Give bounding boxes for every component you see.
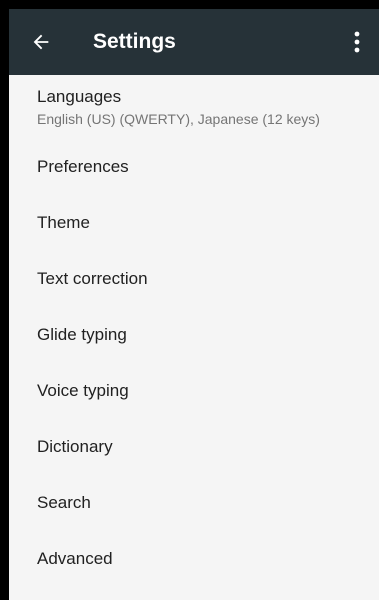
settings-item-glide-typing[interactable]: Glide typing [9, 305, 379, 361]
page-title: Settings [93, 30, 176, 53]
settings-item-dictionary[interactable]: Dictionary [9, 417, 379, 473]
settings-item-voice-typing[interactable]: Voice typing [9, 361, 379, 417]
back-button[interactable] [23, 24, 59, 60]
settings-screen: Settings Languages English (US) (QWERTY)… [9, 9, 379, 600]
settings-item-theme[interactable]: Theme [9, 193, 379, 249]
settings-item-label: Text correction [37, 269, 148, 288]
overflow-menu-button[interactable] [341, 24, 373, 60]
settings-item-label: Theme [37, 213, 90, 232]
settings-item-search[interactable]: Search [9, 473, 379, 529]
settings-item-label: Preferences [37, 157, 129, 176]
settings-item-label: Glide typing [37, 325, 127, 344]
app-bar: Settings [9, 9, 379, 75]
settings-item-advanced[interactable]: Advanced [9, 529, 379, 585]
arrow-back-icon [33, 34, 49, 50]
settings-item-label: Dictionary [37, 437, 113, 456]
settings-item-label: Advanced [37, 549, 113, 568]
settings-item-label: Voice typing [37, 381, 129, 400]
settings-item-label: Languages [37, 87, 122, 106]
settings-item-summary: English (US) (QWERTY), Japanese (12 keys… [37, 111, 320, 127]
settings-item-text-correction[interactable]: Text correction [9, 249, 379, 305]
more-vert-icon [354, 31, 360, 53]
settings-item-languages[interactable]: Languages English (US) (QWERTY), Japanes… [9, 75, 379, 137]
settings-item-label: Search [37, 493, 91, 512]
settings-item-preferences[interactable]: Preferences [9, 137, 379, 193]
